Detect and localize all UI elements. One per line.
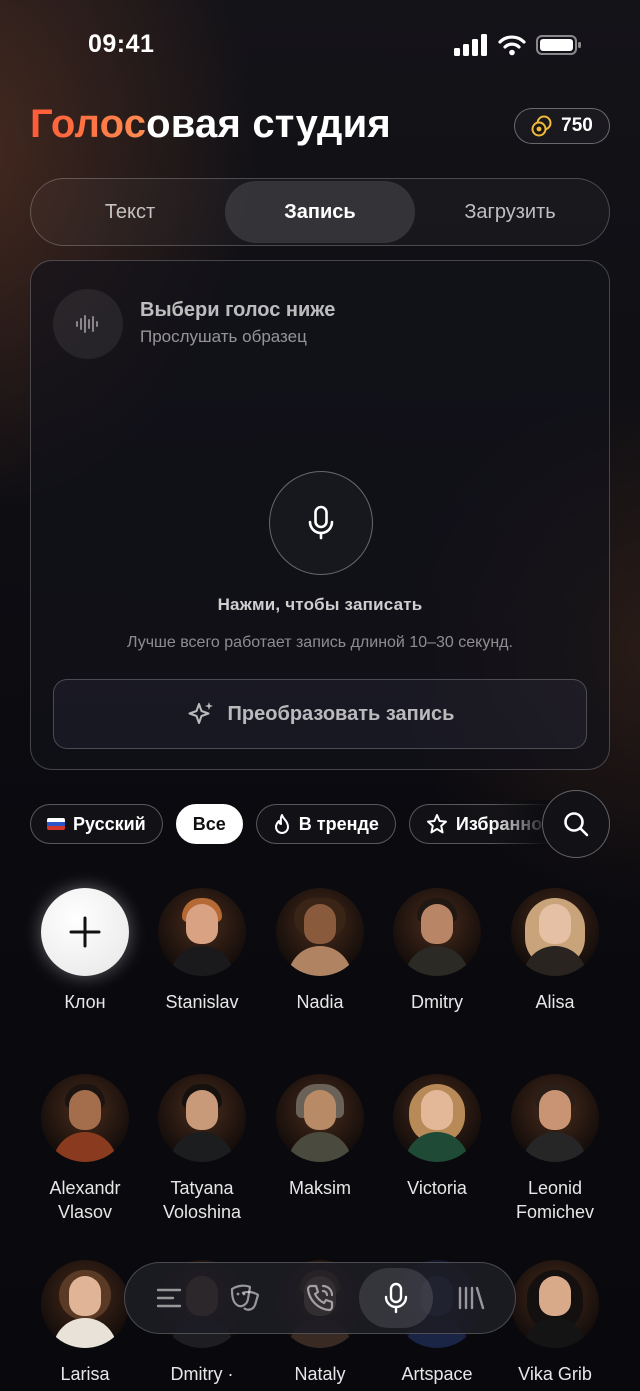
status-icons (454, 34, 582, 56)
voice-item[interactable]: Vika Grib (500, 1260, 610, 1386)
tab-text[interactable]: Текст (35, 181, 225, 243)
voice-name: Maksim (289, 1178, 351, 1198)
chips-fade (490, 800, 550, 850)
voice-avatar (511, 1260, 599, 1348)
voice-name: Victoria (407, 1178, 467, 1198)
voice-name: Tatyana Voloshina (162, 1178, 242, 1222)
voice-name: Leonid Fomichev (515, 1178, 595, 1222)
microphone-icon (384, 1282, 407, 1314)
credits-count: 750 (561, 115, 593, 136)
recording-card: Выбери голос ниже Прослушать образец Наж… (30, 260, 610, 770)
phone-call-icon (306, 1284, 334, 1312)
signal-icon (454, 34, 487, 56)
filter-chip-all[interactable]: Все (175, 804, 243, 844)
voice-avatar (511, 888, 599, 976)
search-icon (564, 812, 589, 837)
star-icon (426, 814, 447, 834)
record-label: Нажми, чтобы записать (217, 595, 423, 614)
tab-upload[interactable]: Загрузить (415, 181, 605, 243)
voice-name: Клон (64, 992, 106, 1012)
voice-item[interactable]: Nadia (265, 888, 375, 1014)
record-button[interactable] (269, 471, 373, 575)
nav-menu[interactable] (132, 1268, 206, 1328)
wifi-icon (498, 35, 526, 56)
voice-name: Dmitry (411, 992, 463, 1012)
voice-name: Alexandr Vlasov (49, 1178, 121, 1222)
mode-tabs: Текст Запись Загрузить (30, 178, 610, 246)
waveform-icon (76, 315, 98, 333)
filter-chip-label: Все (192, 813, 226, 834)
filter-chip-language[interactable]: Русский (30, 804, 163, 844)
voice-name: Vika Grib (518, 1364, 592, 1384)
theater-masks-icon (231, 1284, 260, 1311)
record-hint: Лучше всего работает запись длиной 10–30… (127, 634, 513, 651)
convert-recording-label: Преобразовать запись (227, 702, 455, 725)
page-title-highlight: Голос (30, 102, 147, 146)
menu-icon (156, 1288, 181, 1308)
voice-avatar (41, 1260, 129, 1348)
voice-item[interactable]: Alexandr Vlasov (30, 1074, 140, 1224)
voice-avatar (41, 1074, 129, 1162)
voice-avatar (158, 888, 246, 976)
voice-item[interactable]: Stanislav (147, 888, 257, 1014)
filter-chip-trending[interactable]: В тренде (255, 804, 396, 844)
voice-item[interactable]: Victoria (382, 1074, 492, 1200)
status-time: 09:41 (88, 30, 155, 58)
battery-icon (536, 35, 581, 55)
voice-item[interactable]: Maksim (265, 1074, 375, 1200)
convert-recording-button[interactable]: Преобразовать запись (53, 679, 587, 749)
voice-avatar (511, 1074, 599, 1162)
voice-name: Alisa (535, 992, 575, 1012)
sparkles-icon (188, 702, 213, 724)
voice-name: Artspace (401, 1364, 473, 1384)
tab-record[interactable]: Запись (225, 181, 415, 243)
nav-record[interactable] (358, 1268, 433, 1328)
voice-prompt-subtitle[interactable]: Прослушать образец (140, 327, 307, 347)
nav-library[interactable] (434, 1268, 508, 1328)
plus-icon (69, 916, 101, 948)
voice-name: Nataly (294, 1364, 346, 1384)
nav-characters[interactable] (207, 1268, 281, 1328)
coins-icon (531, 115, 552, 137)
bottom-nav (124, 1262, 516, 1334)
voice-item-clone[interactable]: Клон (30, 888, 140, 1014)
filter-chips: Русский Все В тренде Избранное (30, 804, 550, 846)
russia-flag-icon (47, 818, 65, 830)
selected-voice-avatar[interactable] (53, 289, 123, 359)
add-clone-avatar[interactable] (41, 888, 129, 976)
voice-prompt-title: Выбери голос ниже (140, 299, 336, 321)
microphone-icon (308, 505, 334, 540)
credits-badge[interactable]: 750 (514, 108, 610, 144)
voice-name: Nadia (296, 992, 344, 1012)
voice-avatar (276, 1074, 364, 1162)
fire-icon (274, 814, 289, 834)
voice-item[interactable]: Tatyana Voloshina (147, 1074, 257, 1224)
voice-item[interactable]: Larisa (30, 1260, 140, 1386)
search-button[interactable] (542, 790, 610, 858)
voice-name: Larisa (60, 1364, 110, 1384)
nav-calls[interactable] (283, 1268, 357, 1328)
voice-name: Dmitry · (170, 1364, 234, 1384)
filter-chip-label: Русский (73, 813, 146, 834)
voice-item[interactable]: Dmitry (382, 888, 492, 1014)
voice-avatar (158, 1074, 246, 1162)
voice-item[interactable]: Leonid Fomichev (500, 1074, 610, 1224)
voice-name: Stanislav (165, 992, 239, 1012)
voice-avatar (393, 888, 481, 976)
voice-item[interactable]: Alisa (500, 888, 610, 1014)
page-title: Голосовая студия (30, 102, 391, 147)
filter-chip-label: В тренде (298, 813, 379, 834)
page-title-rest: овая студия (146, 102, 391, 146)
voice-avatar (276, 888, 364, 976)
library-icon (458, 1286, 485, 1310)
voice-avatar (393, 1074, 481, 1162)
